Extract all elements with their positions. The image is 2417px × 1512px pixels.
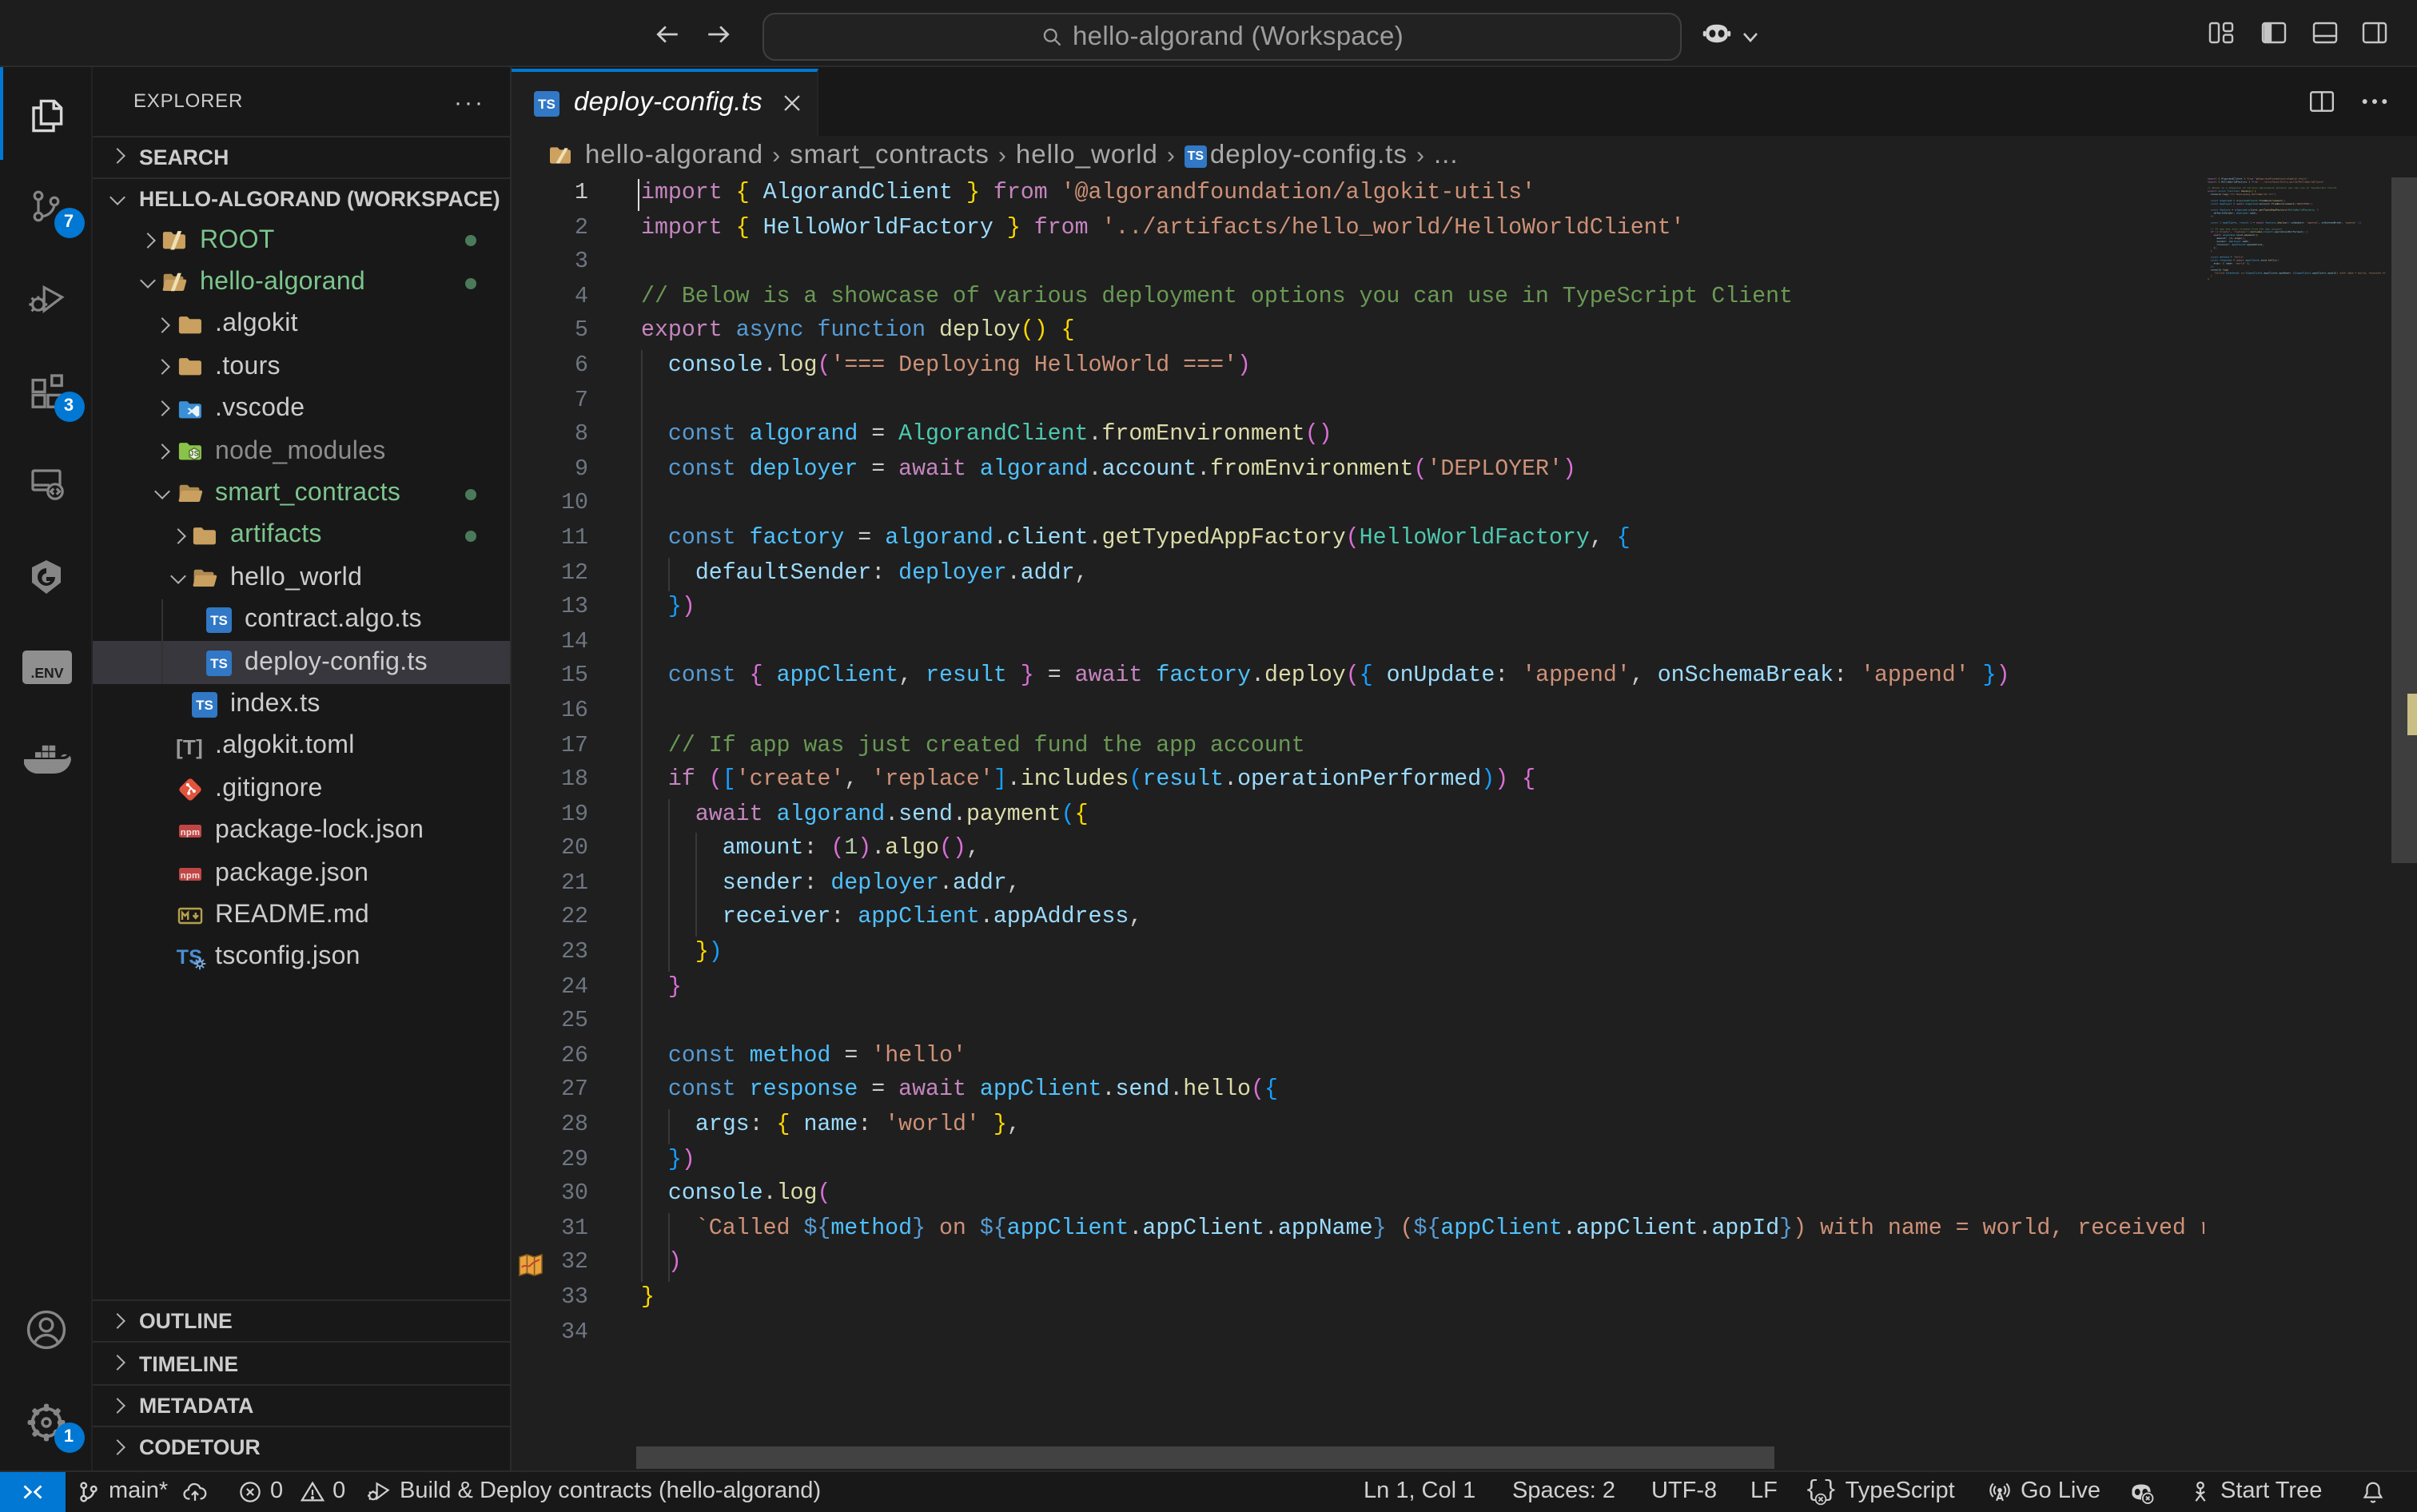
svg-text:JS: JS xyxy=(189,450,198,458)
svg-text:npm: npm xyxy=(180,870,200,880)
svg-text:npm: npm xyxy=(180,829,200,838)
